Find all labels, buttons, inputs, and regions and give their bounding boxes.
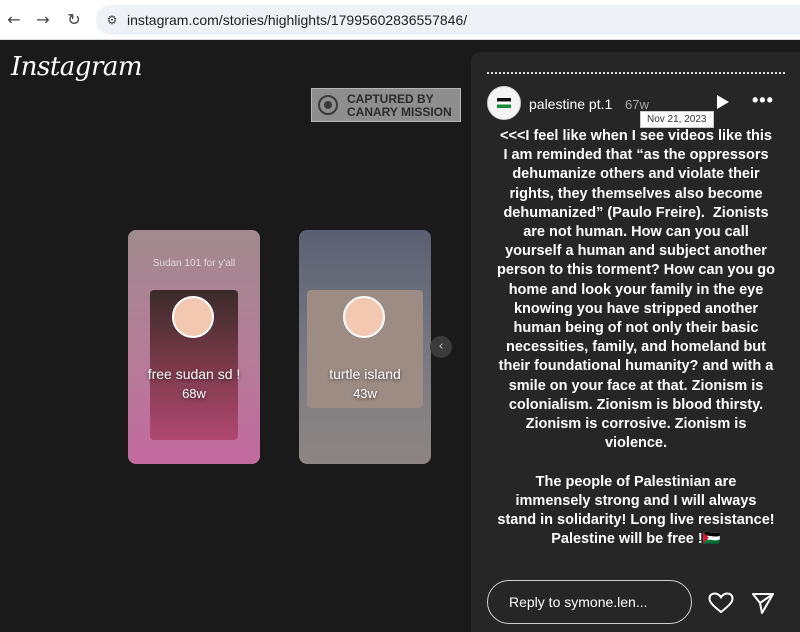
story-viewer: palestine pt.1 67w Nov 21, 2023 ••• <<<I…: [471, 52, 800, 632]
canary-mission-watermark: CAPTURED BY CANARY MISSION: [311, 88, 461, 122]
story-title[interactable]: palestine pt.1: [529, 96, 612, 112]
url-text[interactable]: instagram.com/stories/highlights/1799560…: [127, 12, 467, 28]
more-icon[interactable]: •••: [752, 90, 774, 111]
forward-icon[interactable]: →: [33, 10, 53, 30]
highlight-avatar: [172, 296, 214, 338]
site-info-icon[interactable]: ⚙: [104, 12, 120, 28]
highlight-age: 43w: [353, 386, 377, 401]
heart-icon[interactable]: [708, 592, 734, 614]
story-avatar[interactable]: [487, 86, 521, 120]
story-age: 67w: [625, 97, 649, 112]
story-text: <<<I feel like when I see videos like th…: [497, 128, 775, 548]
reload-icon[interactable]: ↻: [64, 10, 84, 30]
reply-input[interactable]: Reply to symone.len...: [487, 580, 692, 624]
highlight-caption: Sudan 101 for y'all: [152, 258, 236, 269]
back-icon[interactable]: ←: [4, 10, 24, 30]
page-content: Instagram CAPTURED BY CANARY MISSION Sud…: [0, 40, 800, 632]
reply-placeholder: Reply to symone.len...: [509, 594, 648, 610]
play-icon[interactable]: [717, 95, 729, 109]
send-icon[interactable]: [751, 591, 775, 615]
watermark-logo-icon: [318, 95, 338, 115]
watermark-text: CAPTURED BY CANARY MISSION: [347, 92, 452, 119]
address-bar[interactable]: ⚙ instagram.com/stories/highlights/17995…: [96, 5, 800, 35]
highlight-card-turtle-island[interactable]: turtle island 43w: [299, 230, 431, 464]
chevron-left-icon[interactable]: ‹: [430, 336, 452, 358]
highlight-avatar: [343, 296, 385, 338]
browser-toolbar: ← → ↻ ⚙ instagram.com/stories/highlights…: [0, 0, 800, 40]
highlight-title: free sudan sd !: [147, 366, 241, 382]
highlight-title: turtle island: [329, 366, 401, 382]
highlight-card-free-sudan[interactable]: Sudan 101 for y'all free sudan sd ! 68w: [128, 230, 260, 464]
story-progress-bar: [487, 72, 785, 74]
date-tooltip: Nov 21, 2023: [640, 111, 714, 128]
highlight-age: 68w: [182, 386, 206, 401]
instagram-logo[interactable]: Instagram: [11, 52, 143, 82]
